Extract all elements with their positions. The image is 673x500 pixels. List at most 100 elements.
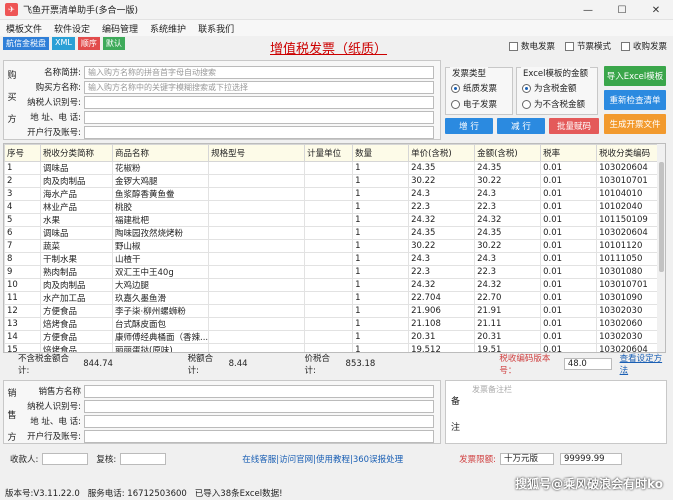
limit-value-input[interactable]: 99999.99 (559, 453, 622, 465)
table-cell[interactable]: 24.3 (408, 187, 476, 201)
table-cell[interactable]: 金锣大鸡腿 (111, 174, 210, 188)
table-cell[interactable] (304, 265, 354, 279)
table-cell[interactable] (208, 213, 306, 227)
buyer-bank-input[interactable] (84, 125, 434, 139)
table-cell[interactable] (208, 291, 306, 305)
table-row[interactable]: 9 熟肉制品 双汇王中王40g 1 22.3 22.3 0.01 10301080 (4, 265, 664, 279)
table-cell[interactable]: 10302060 (596, 317, 664, 331)
table-cell[interactable]: 22.3 (408, 200, 476, 214)
table-cell[interactable]: 肉及肉制品 (40, 278, 113, 292)
menu-contact-us[interactable]: 联系我们 (192, 22, 240, 35)
table-cell[interactable]: 1 (352, 213, 410, 227)
remark-panel[interactable]: 备注 发票备注栏 (445, 380, 667, 444)
table-cell[interactable]: 11 (4, 291, 41, 305)
table-cell[interactable]: 水产加工品 (40, 291, 113, 305)
table-scrollbar[interactable] (657, 144, 665, 352)
table-cell[interactable]: 大鸡边腿 (111, 278, 210, 292)
table-cell[interactable]: 24.32 (474, 278, 542, 292)
column-header[interactable]: 税收分类简称 (40, 144, 113, 162)
table-cell[interactable]: 22.3 (408, 265, 476, 279)
table-cell[interactable]: 24.32 (474, 213, 542, 227)
table-cell[interactable]: 1 (352, 187, 410, 201)
table-cell[interactable]: 7 (4, 239, 41, 253)
table-cell[interactable] (208, 252, 306, 266)
table-cell[interactable]: 陶味园孜然烧烤粉 (111, 226, 210, 240)
import-excel-button[interactable]: 导入Excel模板 (604, 66, 666, 86)
seller-name-select[interactable] (84, 384, 434, 398)
column-header[interactable]: 金额(含税) (474, 144, 542, 162)
radio-paper-invoice[interactable]: 纸质发票 (451, 82, 497, 94)
setup-method-link[interactable]: 查看设定方法 (620, 352, 668, 376)
table-cell[interactable]: 0.01 (540, 174, 598, 188)
table-cell[interactable]: 0.01 (540, 330, 598, 344)
menu-template-file[interactable]: 模板文件 (0, 22, 48, 35)
table-cell[interactable] (208, 161, 306, 175)
table-cell[interactable]: 24.3 (474, 187, 542, 201)
table-cell[interactable]: 0.01 (540, 291, 598, 305)
table-cell[interactable]: 1 (352, 343, 410, 352)
radio-tax-included[interactable]: 为含税金额 (522, 82, 577, 94)
remove-row-button[interactable]: 减 行 (497, 118, 545, 134)
table-cell[interactable]: 103010701 (596, 278, 664, 292)
payee-input[interactable] (42, 453, 89, 465)
table-cell[interactable] (208, 174, 306, 188)
code-version-input[interactable]: 48.0 (563, 358, 612, 370)
table-cell[interactable]: 14 (4, 330, 41, 344)
tag-xml[interactable]: XML (52, 37, 75, 50)
table-cell[interactable]: 干制水果 (40, 252, 113, 266)
generate-file-button[interactable]: 生成开票文件 (604, 114, 666, 134)
table-cell[interactable]: 4 (4, 200, 41, 214)
table-cell[interactable]: 1 (352, 226, 410, 240)
table-row[interactable]: 2 肉及肉制品 金锣大鸡腿 1 30.22 30.22 0.01 103010701 (4, 174, 664, 188)
checkbox-save-mode[interactable]: 节票模式 (564, 40, 611, 52)
reviewer-input[interactable] (120, 453, 167, 465)
table-cell[interactable]: 10302030 (596, 330, 664, 344)
table-cell[interactable]: 0.01 (540, 304, 598, 318)
table-cell[interactable]: 0.01 (540, 317, 598, 331)
table-cell[interactable]: 0.01 (540, 213, 598, 227)
table-cell[interactable]: 0.01 (540, 239, 598, 253)
table-cell[interactable]: 蔬菜 (40, 239, 113, 253)
column-header[interactable]: 单价(含税) (408, 144, 476, 162)
table-cell[interactable]: 1 (352, 317, 410, 331)
table-cell[interactable] (304, 161, 354, 175)
table-cell[interactable] (304, 317, 354, 331)
table-cell[interactable]: 21.11 (474, 317, 542, 331)
column-header[interactable]: 税率 (540, 144, 598, 162)
table-cell[interactable]: 30.22 (408, 239, 476, 253)
column-header[interactable]: 计量单位 (304, 144, 354, 162)
tag-tax-disk[interactable]: 航信金税盘 (3, 37, 49, 50)
table-cell[interactable]: 玖嘉久墨鱼滑 (111, 291, 210, 305)
table-row[interactable]: 4 林业产品 桃胶 1 22.3 22.3 0.01 10102040 (4, 200, 664, 214)
table-cell[interactable]: 双汇王中王40g (111, 265, 210, 279)
table-cell[interactable]: 海水产品 (40, 187, 113, 201)
table-cell[interactable] (208, 343, 306, 352)
table-cell[interactable]: 10301090 (596, 291, 664, 305)
table-cell[interactable]: 林业产品 (40, 200, 113, 214)
table-cell[interactable]: 1 (352, 239, 410, 253)
checkbox-digital-invoice[interactable]: 数电发票 (508, 40, 555, 52)
menu-system-maintenance[interactable]: 系统维护 (144, 22, 192, 35)
table-cell[interactable]: 桃胶 (111, 200, 210, 214)
table-cell[interactable] (208, 304, 306, 318)
table-cell[interactable]: 0.01 (540, 265, 598, 279)
table-cell[interactable] (304, 330, 354, 344)
add-row-button[interactable]: 增 行 (445, 118, 493, 134)
table-cell[interactable] (208, 317, 306, 331)
help-links[interactable]: 在线客服|访问官网|使用教程|360误报处理 (242, 453, 403, 465)
table-cell[interactable]: 花椒粉 (111, 161, 210, 175)
minimize-button[interactable]: — (571, 0, 605, 20)
column-header[interactable]: 规格型号 (208, 144, 306, 162)
table-cell[interactable]: 22.3 (474, 265, 542, 279)
table-cell[interactable]: 101150109 (596, 213, 664, 227)
table-cell[interactable]: 0.01 (540, 226, 598, 240)
table-cell[interactable]: 1 (352, 291, 410, 305)
table-cell[interactable]: 李子柒·柳州螺蛳粉 (111, 304, 210, 318)
recheck-list-button[interactable]: 重新检查清单 (604, 90, 666, 110)
table-cell[interactable] (304, 252, 354, 266)
table-row[interactable]: 11 水产加工品 玖嘉久墨鱼滑 1 22.704 22.70 0.01 10301090 (4, 291, 664, 305)
table-cell[interactable]: 10104010 (596, 187, 664, 201)
table-row[interactable]: 7 蔬菜 野山椒 1 30.22 30.22 0.01 10101120 (4, 239, 664, 253)
table-cell[interactable]: 22.704 (408, 291, 476, 305)
table-cell[interactable]: 1 (352, 174, 410, 188)
